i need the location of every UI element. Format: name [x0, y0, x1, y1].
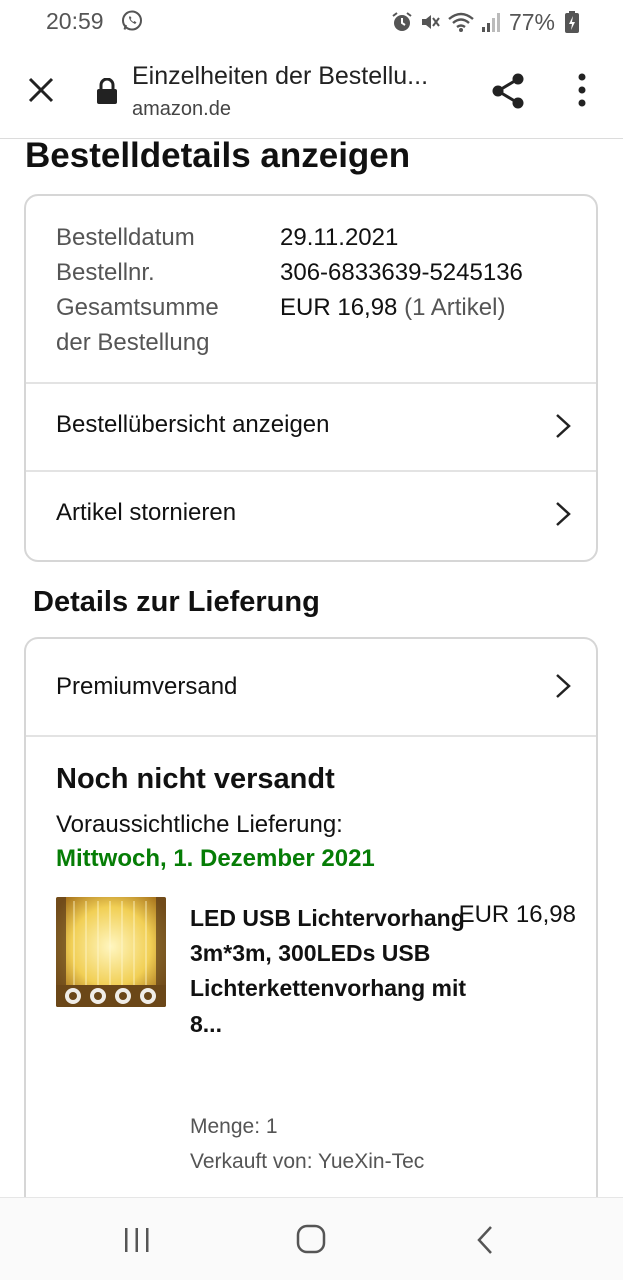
status-time: 20:59 — [46, 8, 104, 34]
order-overview-label: Bestellübersicht anzeigen — [56, 411, 330, 438]
recent-apps-icon[interactable] — [122, 1227, 152, 1253]
chevron-right-icon — [556, 414, 571, 438]
battery-charging-icon — [565, 11, 579, 33]
order-date-value: 29.11.2021 — [280, 224, 399, 251]
delivery-section-title: Details zur Lieferung — [33, 586, 320, 618]
order-number-value: 306-6833639-5245136 — [280, 259, 523, 286]
order-total-amount: EUR 16,98 — [280, 294, 398, 321]
shipment-status: Noch nicht versandt — [56, 763, 335, 795]
shipping-method-link[interactable]: Premiumversand — [26, 639, 596, 735]
product-image[interactable] — [56, 897, 166, 1007]
toolbar-url[interactable]: amazon.de — [132, 98, 231, 121]
product-price: EUR 16,98 — [458, 901, 576, 928]
estimated-delivery-label: Voraussichtliche Lieferung: — [56, 811, 343, 838]
order-total-value: EUR 16,98 (1 Artikel) — [280, 290, 505, 325]
whatsapp-icon — [122, 10, 142, 31]
order-total-label: Gesamtsumme der Bestellung — [56, 294, 219, 356]
cancel-items-link[interactable]: Artikel stornieren — [26, 470, 596, 558]
page-title: Bestelldetails anzeigen — [25, 136, 411, 175]
product-seller: Verkauft von: YueXin-Tec — [190, 1150, 425, 1173]
status-icons: 77% — [391, 8, 579, 36]
delivery-card: Premiumversand Noch nicht versandt Vorau… — [24, 637, 598, 1217]
home-icon[interactable] — [296, 1224, 326, 1254]
battery-percent: 77% — [508, 8, 555, 35]
product-quantity: Menge: 1 — [190, 1115, 278, 1138]
order-number-label: Bestellnr. — [56, 259, 155, 286]
order-overview-link[interactable]: Bestellübersicht anzeigen — [26, 382, 596, 470]
more-vert-icon[interactable] — [568, 70, 596, 112]
product-title-link[interactable]: LED USB Lichtervorhang 3m*3m, 300LEDs US… — [190, 901, 470, 1042]
shipping-method-label: Premiumversand — [56, 673, 238, 700]
cancel-items-label: Artikel stornieren — [56, 499, 237, 526]
order-summary-card: Bestelldatum 29.11.2021 Bestellnr. 306-6… — [24, 194, 598, 562]
divider — [26, 735, 596, 737]
alarm-icon — [392, 12, 412, 31]
chevron-right-icon — [556, 674, 571, 698]
system-nav-bar — [0, 1197, 623, 1280]
lock-icon — [97, 78, 117, 104]
browser-toolbar: Einzelheiten der Bestellu... amazon.de — [0, 44, 623, 139]
close-button[interactable] — [20, 69, 62, 111]
close-icon — [28, 77, 54, 103]
wifi-icon — [448, 12, 474, 32]
back-icon[interactable] — [474, 1225, 496, 1255]
status-bar: 20:59 77% — [0, 0, 623, 44]
chevron-right-icon — [556, 502, 571, 526]
estimated-delivery-date: Mittwoch, 1. Dezember 2021 — [56, 845, 375, 872]
mute-icon — [421, 15, 440, 29]
share-icon[interactable] — [488, 70, 530, 112]
order-item-count: (1 Artikel) — [404, 294, 506, 321]
toolbar-title: Einzelheiten der Bestellu... — [132, 62, 429, 90]
signal-icon — [481, 13, 500, 32]
order-date-label: Bestelldatum — [56, 224, 195, 251]
